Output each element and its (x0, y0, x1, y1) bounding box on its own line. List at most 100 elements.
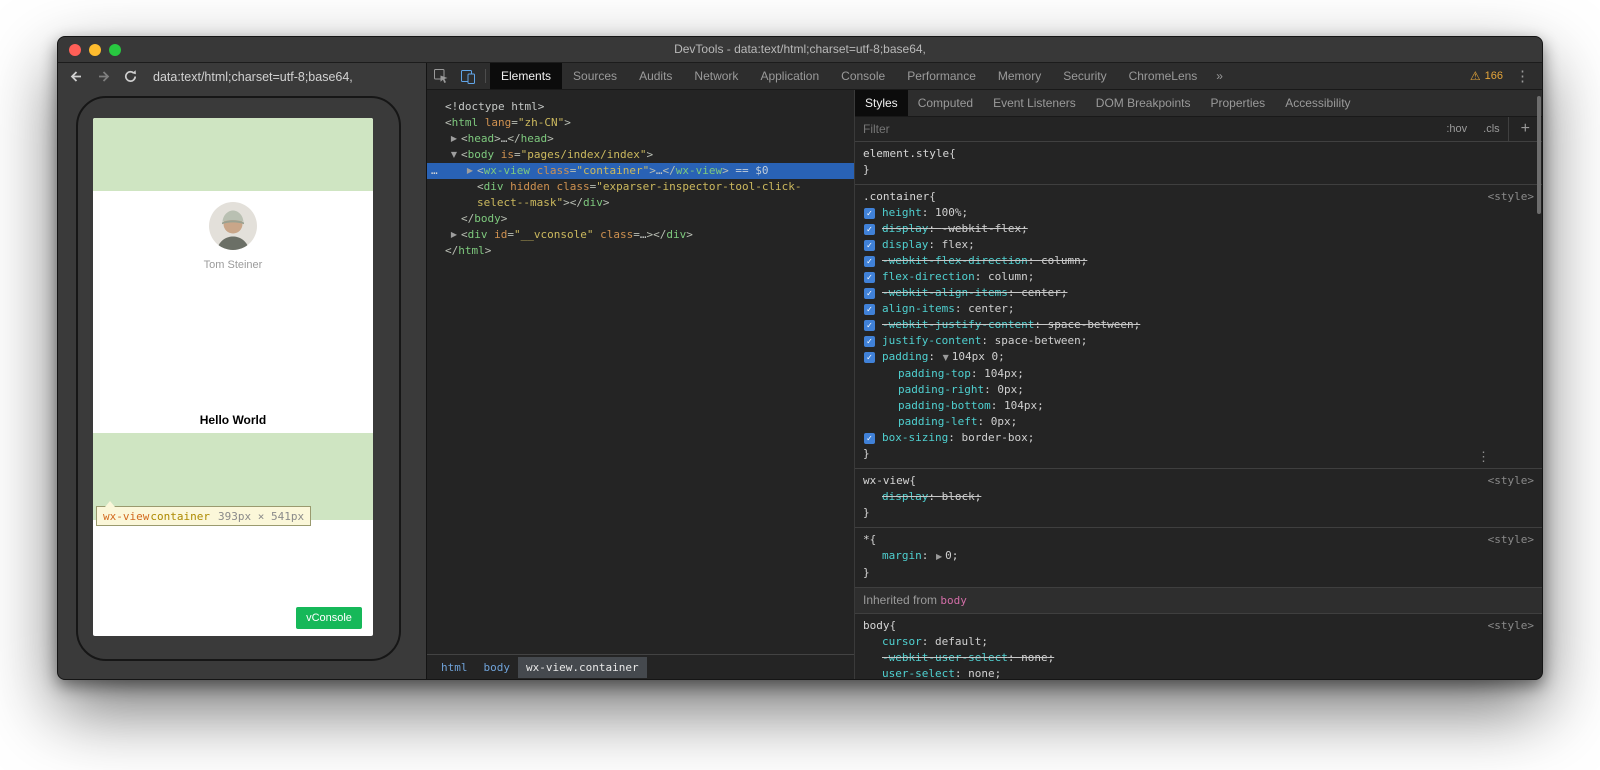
inherited-node-link[interactable]: body (940, 594, 967, 607)
main-menu-kebab-icon[interactable]: ⋮ (1515, 69, 1530, 84)
css-rule: .container {<style>✓height: 100%;✓displa… (855, 185, 1542, 469)
shorthand-expand-icon[interactable]: ▶ (936, 552, 942, 561)
console-warning-counter[interactable]: ⚠ 166 (1470, 70, 1503, 82)
stylesheet-link[interactable]: <style> (1488, 189, 1534, 205)
dom-tree-row[interactable]: </body> (427, 211, 854, 227)
tooltip-tag-name: wx-view (103, 510, 149, 523)
breadcrumb-html[interactable]: html (433, 657, 476, 678)
devtools-tab-memory[interactable]: Memory (987, 63, 1052, 89)
css-declaration[interactable]: ✓-webkit-align-items: center; (863, 285, 1534, 301)
css-declaration[interactable]: ✓align-items: center; (863, 301, 1534, 317)
address-url[interactable]: data:text/html;charset=utf-8;base64, (153, 70, 353, 84)
tabs-overflow-chevron[interactable]: » (1208, 63, 1231, 89)
dom-tree-row[interactable]: ▶<div id="__vconsole" class=…></div> (427, 227, 854, 243)
checkbox-checked-icon[interactable]: ✓ (864, 288, 875, 299)
checkbox-checked-icon[interactable]: ✓ (864, 240, 875, 251)
forward-icon[interactable] (95, 68, 112, 85)
stylesheet-link[interactable]: <style> (1488, 532, 1534, 548)
checkbox-checked-icon[interactable]: ✓ (864, 336, 875, 347)
breadcrumb-wx-view-container[interactable]: wx-view.container (518, 657, 647, 678)
reload-icon[interactable] (122, 68, 139, 85)
devtools-tab-security[interactable]: Security (1052, 63, 1117, 89)
css-declaration[interactable]: padding-right: 0px; (863, 382, 1534, 398)
sidebar-tab-accessibility[interactable]: Accessibility (1275, 90, 1360, 116)
css-declaration[interactable]: ✓padding: ▼104px 0; (863, 349, 1534, 366)
devtools-tab-performance[interactable]: Performance (896, 63, 987, 89)
css-declaration[interactable]: ✓height: 100%; (863, 205, 1534, 221)
css-declaration[interactable]: ✓-webkit-justify-content: space-between; (863, 317, 1534, 333)
checkbox-checked-icon[interactable]: ✓ (864, 208, 875, 219)
dom-tree-row[interactable]: …▶<wx-view class="container">…</wx-view>… (427, 163, 854, 179)
rule-selector[interactable]: element.style (863, 146, 949, 162)
dom-tree-row[interactable]: select--mask"></div> (427, 195, 854, 211)
checkbox-checked-icon[interactable]: ✓ (864, 304, 875, 315)
css-declaration[interactable]: ✓box-sizing: border-box; (863, 430, 1534, 446)
devtools-tab-chromelens[interactable]: ChromeLens (1118, 63, 1209, 89)
breadcrumb-body[interactable]: body (476, 657, 519, 678)
css-declaration[interactable]: display: block; (863, 489, 1534, 505)
styles-filter-input[interactable] (855, 122, 1075, 136)
tree-expand-icon[interactable]: ▶ (465, 163, 475, 179)
scrollbar-thumb[interactable] (1537, 96, 1541, 214)
checkbox-checked-icon[interactable]: ✓ (864, 352, 875, 363)
sidebar-tab-properties[interactable]: Properties (1200, 90, 1275, 116)
devtools-tab-elements[interactable]: Elements (490, 63, 562, 89)
minimize-button[interactable] (89, 44, 101, 56)
element-classes-toggle[interactable]: .cls (1475, 117, 1508, 141)
css-declaration[interactable]: ✓display: -webkit-flex; (863, 221, 1534, 237)
sidebar-tab-dom-breakpoints[interactable]: DOM Breakpoints (1086, 90, 1201, 116)
css-declaration[interactable]: ✓-webkit-flex-direction: column; (863, 253, 1534, 269)
node-overflow-icon[interactable]: … (431, 163, 438, 179)
back-icon[interactable] (68, 68, 85, 85)
stylesheet-link[interactable]: <style> (1488, 618, 1534, 634)
devtools-tab-network[interactable]: Network (683, 63, 749, 89)
devtools-tab-console[interactable]: Console (830, 63, 896, 89)
dom-tree-row[interactable]: <!doctype html> (427, 99, 854, 115)
css-declaration[interactable]: user-select: none; (863, 666, 1534, 679)
zoom-button[interactable] (109, 44, 121, 56)
devtools-tab-application[interactable]: Application (749, 63, 830, 89)
css-declaration[interactable]: margin: ▶0; (863, 548, 1534, 565)
css-declaration[interactable]: -webkit-user-select: none; (863, 650, 1534, 666)
css-declaration[interactable]: padding-left: 0px; (863, 414, 1534, 430)
window-titlebar[interactable]: DevTools - data:text/html;charset=utf-8;… (58, 37, 1542, 63)
tree-collapse-icon[interactable]: ▼ (449, 147, 459, 163)
rule-selector[interactable]: wx-view (863, 473, 909, 489)
css-declaration[interactable]: padding-bottom: 104px; (863, 398, 1534, 414)
checkbox-checked-icon[interactable]: ✓ (864, 433, 875, 444)
tree-expand-icon[interactable]: ▶ (449, 131, 459, 147)
sidebar-tab-computed[interactable]: Computed (908, 90, 983, 116)
inherited-from-header: Inherited from body (855, 588, 1542, 614)
rule-overflow-menu-icon[interactable]: ⋮ (1477, 451, 1490, 464)
devtools-tab-sources[interactable]: Sources (562, 63, 628, 89)
close-button[interactable] (69, 44, 81, 56)
checkbox-checked-icon[interactable]: ✓ (864, 320, 875, 331)
rule-selector[interactable]: * (863, 532, 870, 548)
rule-selector[interactable]: .container (863, 189, 929, 205)
css-declaration[interactable]: padding-top: 104px; (863, 366, 1534, 382)
dom-tree-row[interactable]: ▶<head>…</head> (427, 131, 854, 147)
device-toolbar-icon[interactable] (454, 63, 481, 89)
checkbox-checked-icon[interactable]: ✓ (864, 224, 875, 235)
sidebar-tab-styles[interactable]: Styles (855, 90, 908, 116)
devtools-tab-audits[interactable]: Audits (628, 63, 683, 89)
sidebar-tab-event-listeners[interactable]: Event Listeners (983, 90, 1086, 116)
stylesheet-link[interactable]: <style> (1488, 473, 1534, 489)
shorthand-collapse-icon[interactable]: ▼ (943, 353, 949, 362)
pseudo-state-toggle[interactable]: :hov (1438, 117, 1475, 141)
checkbox-checked-icon[interactable]: ✓ (864, 272, 875, 283)
dom-node-markup: <body is="pages/index/index"> (427, 147, 653, 163)
css-declaration[interactable]: ✓justify-content: space-between; (863, 333, 1534, 349)
css-declaration[interactable]: ✓flex-direction: column; (863, 269, 1534, 285)
dom-tree-row[interactable]: <html lang="zh-CN"> (427, 115, 854, 131)
dom-tree-row[interactable]: ▼<body is="pages/index/index"> (427, 147, 854, 163)
vconsole-button[interactable]: vConsole (296, 607, 362, 629)
dom-tree-row[interactable]: <div hidden class="exparser-inspector-to… (427, 179, 854, 195)
dom-tree-row[interactable]: </html> (427, 243, 854, 259)
inspect-element-icon[interactable] (427, 63, 454, 89)
rule-selector[interactable]: body (863, 618, 890, 634)
tree-expand-icon[interactable]: ▶ (449, 227, 459, 243)
checkbox-checked-icon[interactable]: ✓ (864, 256, 875, 267)
css-declaration[interactable]: ✓display: flex; (863, 237, 1534, 253)
css-declaration[interactable]: cursor: default; (863, 634, 1534, 650)
